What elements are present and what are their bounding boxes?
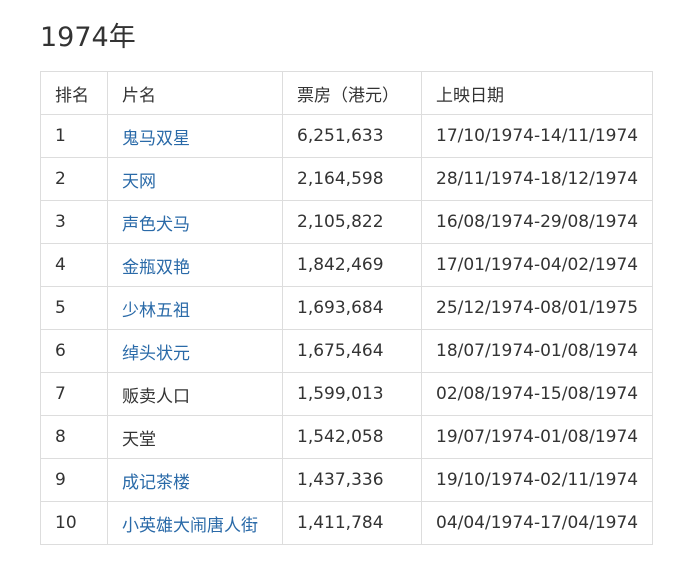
release-date-cell: 25/12/1974-08/01/1975 (420, 286, 654, 330)
header-release-date: 上映日期 (420, 71, 654, 115)
release-date-cell: 04/04/1974-17/04/1974 (420, 501, 654, 545)
table-row: 9 成记茶楼 1,437,336 19/10/1974-02/11/1974 (40, 458, 654, 502)
rank-cell: 9 (40, 458, 108, 502)
film-title: 天堂 (122, 429, 156, 450)
film-title-link[interactable]: 绰头状元 (122, 344, 190, 364)
film-title-link[interactable]: 声色犬马 (122, 215, 190, 235)
film-cell: 小英雄大闹唐人街 (107, 501, 283, 545)
film-title-link[interactable]: 少林五祖 (122, 301, 190, 321)
film-title-link[interactable]: 鬼马双星 (122, 129, 190, 149)
table-row: 2 天网 2,164,598 28/11/1974-18/12/1974 (40, 157, 654, 201)
release-date-cell: 19/10/1974-02/11/1974 (420, 458, 654, 502)
film-cell: 金瓶双艳 (107, 243, 283, 287)
release-date-cell: 28/11/1974-18/12/1974 (420, 157, 654, 201)
box-office-cell: 1,693,684 (282, 286, 422, 330)
release-date-cell: 17/01/1974-04/02/1974 (420, 243, 654, 287)
film-cell: 绰头状元 (107, 329, 283, 373)
table-row: 1 鬼马双星 6,251,633 17/10/1974-14/11/1974 (40, 114, 654, 158)
header-box-office: 票房（港元） (282, 71, 422, 115)
page: 1974年 排名 片名 票房（港元） 上映日期 1 鬼马双星 6,251,633 17… (0, 0, 696, 561)
page-title: 1974年 (40, 22, 136, 53)
box-office-cell: 6,251,633 (282, 114, 422, 158)
header-rank: 排名 (40, 71, 108, 115)
release-date-cell: 17/10/1974-14/11/1974 (420, 114, 654, 158)
box-office-cell: 1,842,469 (282, 243, 422, 287)
film-cell: 鬼马双星 (107, 114, 283, 158)
rank-cell: 2 (40, 157, 108, 201)
table-header-row: 排名 片名 票房（港元） 上映日期 (40, 71, 654, 115)
header-film: 片名 (107, 71, 283, 115)
film-cell: 天网 (107, 157, 283, 201)
film-cell: 贩卖人口 (107, 372, 283, 416)
film-cell: 声色犬马 (107, 200, 283, 244)
release-date-cell: 02/08/1974-15/08/1974 (420, 372, 654, 416)
release-date-cell: 16/08/1974-29/08/1974 (420, 200, 654, 244)
table-row: 10 小英雄大闹唐人街 1,411,784 04/04/1974-17/04/1974 (40, 501, 654, 545)
table-row: 8 天堂 1,542,058 19/07/1974-01/08/1974 (40, 415, 654, 459)
box-office-cell: 1,599,013 (282, 372, 422, 416)
box-office-cell: 1,542,058 (282, 415, 422, 459)
release-date-cell: 18/07/1974-01/08/1974 (420, 329, 654, 373)
film-cell: 成记茶楼 (107, 458, 283, 502)
rank-cell: 4 (40, 243, 108, 287)
film-title-link[interactable]: 天网 (122, 172, 156, 192)
rank-cell: 5 (40, 286, 108, 330)
film-title-link[interactable]: 成记茶楼 (122, 473, 190, 493)
rank-cell: 10 (40, 501, 108, 545)
rank-cell: 3 (40, 200, 108, 244)
box-office-cell: 1,437,336 (282, 458, 422, 502)
film-title: 贩卖人口 (122, 386, 190, 407)
box-office-cell: 2,164,598 (282, 157, 422, 201)
film-title-link[interactable]: 金瓶双艳 (122, 258, 190, 278)
table-body: 1 鬼马双星 6,251,633 17/10/1974-14/11/1974 2 天网 2,… (40, 114, 654, 545)
release-date-cell: 19/07/1974-01/08/1974 (420, 415, 654, 459)
table-row: 5 少林五祖 1,693,684 25/12/1974-08/01/1975 (40, 286, 654, 330)
table-row: 3 声色犬马 2,105,822 16/08/1974-29/08/1974 (40, 200, 654, 244)
table-row: 4 金瓶双艳 1,842,469 17/01/1974-04/02/1974 (40, 243, 654, 287)
table-row: 6 绰头状元 1,675,464 18/07/1974-01/08/1974 (40, 329, 654, 373)
film-cell: 天堂 (107, 415, 283, 459)
box-office-table: 排名 片名 票房（港元） 上映日期 1 鬼马双星 6,251,633 17/10/19… (40, 71, 654, 545)
rank-cell: 1 (40, 114, 108, 158)
rank-cell: 7 (40, 372, 108, 416)
film-title-link[interactable]: 小英雄大闹唐人街 (122, 516, 258, 536)
film-cell: 少林五祖 (107, 286, 283, 330)
table-row: 7 贩卖人口 1,599,013 02/08/1974-15/08/1974 (40, 372, 654, 416)
rank-cell: 8 (40, 415, 108, 459)
box-office-cell: 2,105,822 (282, 200, 422, 244)
rank-cell: 6 (40, 329, 108, 373)
box-office-cell: 1,411,784 (282, 501, 422, 545)
box-office-cell: 1,675,464 (282, 329, 422, 373)
